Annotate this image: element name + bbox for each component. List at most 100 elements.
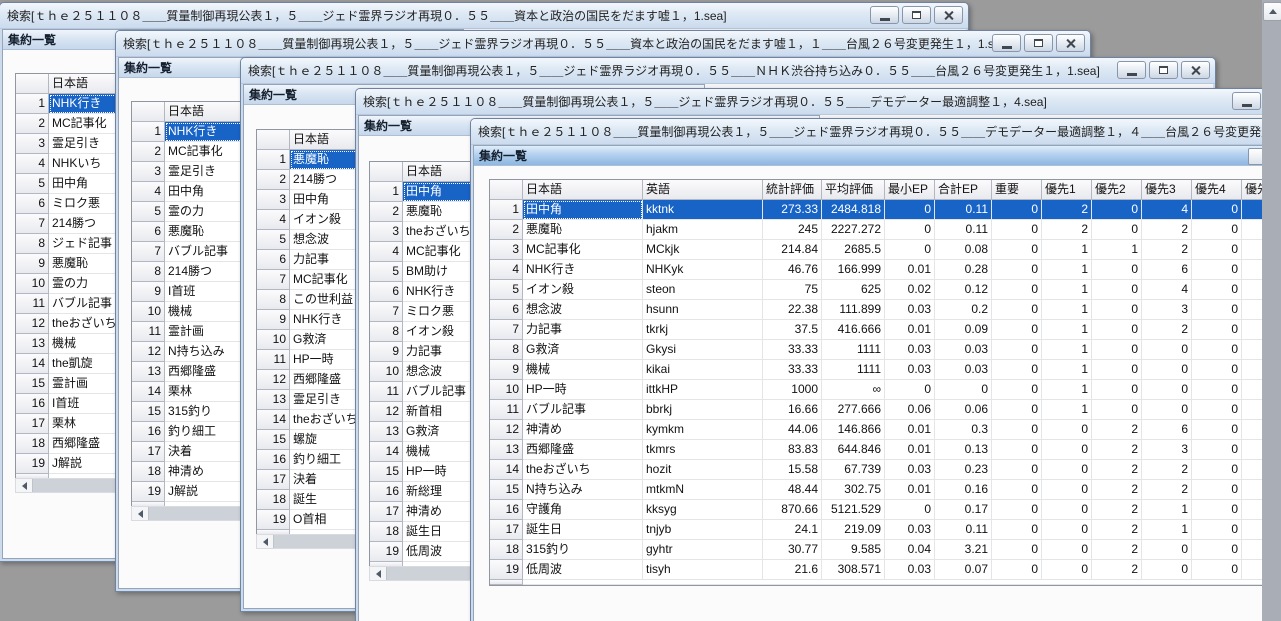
priority3-cell[interactable]: 0 bbox=[1142, 540, 1192, 560]
total-ep-cell[interactable]: 0.08 bbox=[935, 240, 992, 260]
row-number-cell[interactable]: 9 bbox=[257, 310, 290, 330]
priority4-cell[interactable]: 0 bbox=[1192, 320, 1242, 340]
priority3-cell[interactable]: 2 bbox=[1142, 320, 1192, 340]
japanese-cell[interactable]: 力記事 bbox=[523, 320, 643, 340]
priority1-cell[interactable]: 1 bbox=[1042, 360, 1092, 380]
stat-eval-cell[interactable]: 15.58 bbox=[763, 460, 822, 480]
total-ep-cell[interactable]: 0.06 bbox=[935, 400, 992, 420]
avg-eval-cell[interactable]: 302.75 bbox=[822, 480, 885, 500]
japanese-cell[interactable]: 守護角 bbox=[523, 500, 643, 520]
japanese-cell[interactable]: イオン殺 bbox=[523, 280, 643, 300]
close-button[interactable] bbox=[1056, 34, 1085, 52]
avg-eval-cell[interactable]: 625 bbox=[822, 280, 885, 300]
priority3-cell[interactable]: 3 bbox=[1142, 300, 1192, 320]
priority4-cell[interactable]: 0 bbox=[1192, 200, 1242, 220]
priority2-cell[interactable]: 0 bbox=[1092, 220, 1142, 240]
scroll-up-button[interactable] bbox=[1263, 2, 1281, 21]
japanese-cell[interactable]: 低周波 bbox=[523, 560, 643, 580]
row-number-cell[interactable]: 2 bbox=[370, 202, 403, 222]
total-ep-cell[interactable]: 0.11 bbox=[935, 220, 992, 240]
priority3-cell[interactable]: 6 bbox=[1142, 260, 1192, 280]
english-cell[interactable]: MCkjk bbox=[643, 240, 763, 260]
english-cell[interactable]: tisyh bbox=[643, 560, 763, 580]
row-number-cell[interactable]: 17 bbox=[490, 520, 523, 540]
min-ep-cell[interactable]: 0 bbox=[885, 500, 935, 520]
english-cell[interactable]: hsunn bbox=[643, 300, 763, 320]
row-number-cell[interactable]: 18 bbox=[370, 522, 403, 542]
row-number-cell[interactable]: 18 bbox=[257, 490, 290, 510]
total-ep-cell[interactable]: 0.17 bbox=[935, 500, 992, 520]
priority1-cell[interactable]: 0 bbox=[1042, 500, 1092, 520]
row-number-cell[interactable]: 1 bbox=[257, 150, 290, 170]
row-number-cell[interactable]: 15 bbox=[257, 430, 290, 450]
row-number-cell[interactable]: 6 bbox=[370, 282, 403, 302]
english-cell[interactable]: tkmrs bbox=[643, 440, 763, 460]
priority1-cell[interactable]: 2 bbox=[1042, 220, 1092, 240]
priority3-cell[interactable]: 0 bbox=[1142, 340, 1192, 360]
min-ep-cell[interactable]: 0.03 bbox=[885, 340, 935, 360]
row-number-cell[interactable]: 7 bbox=[16, 214, 49, 234]
priority3-cell[interactable]: 0 bbox=[1142, 380, 1192, 400]
priority3-cell[interactable]: 2 bbox=[1142, 240, 1192, 260]
table-row[interactable]: 1田中角kktnk273.332484.81800.1102040 bbox=[490, 200, 1265, 220]
priority2-cell[interactable]: 2 bbox=[1092, 460, 1142, 480]
avg-eval-cell[interactable]: 166.999 bbox=[822, 260, 885, 280]
min-ep-cell[interactable]: 0.01 bbox=[885, 480, 935, 500]
priority2-cell[interactable]: 0 bbox=[1092, 400, 1142, 420]
min-ep-cell[interactable]: 0.06 bbox=[885, 400, 935, 420]
row-number-cell[interactable]: 17 bbox=[132, 442, 165, 462]
row-number-cell[interactable]: 15 bbox=[490, 480, 523, 500]
minimize-button[interactable] bbox=[1117, 61, 1146, 79]
priority3-cell[interactable]: 2 bbox=[1142, 220, 1192, 240]
row-number-cell[interactable]: 17 bbox=[370, 502, 403, 522]
priority3-cell[interactable]: 6 bbox=[1142, 420, 1192, 440]
row-number-cell[interactable]: 7 bbox=[370, 302, 403, 322]
table-row[interactable]: 16守護角kksyg870.665121.52900.1700210 bbox=[490, 500, 1265, 520]
min-ep-cell[interactable]: 0.03 bbox=[885, 520, 935, 540]
row-number-cell[interactable]: 5 bbox=[257, 230, 290, 250]
stat-eval-cell[interactable]: 44.06 bbox=[763, 420, 822, 440]
row-number-cell[interactable]: 10 bbox=[490, 380, 523, 400]
important-cell[interactable]: 0 bbox=[992, 540, 1042, 560]
row-number-cell[interactable]: 13 bbox=[16, 334, 49, 354]
titlebar[interactable]: 検索[ｔｈｅ２５１１０８＿＿質量制御再現公表１，５＿＿ジェド霊界ラジオ再現０．５… bbox=[116, 31, 1090, 57]
column-header[interactable]: 合計EP bbox=[935, 180, 992, 200]
stat-eval-cell[interactable]: 214.84 bbox=[763, 240, 822, 260]
english-cell[interactable]: Gkysi bbox=[643, 340, 763, 360]
row-number-cell[interactable]: 1 bbox=[490, 200, 523, 220]
priority3-cell[interactable]: 0 bbox=[1142, 400, 1192, 420]
row-number-cell[interactable]: 19 bbox=[490, 560, 523, 580]
row-number-cell[interactable]: 7 bbox=[257, 270, 290, 290]
important-cell[interactable]: 0 bbox=[992, 440, 1042, 460]
priority3-cell[interactable]: 1 bbox=[1142, 500, 1192, 520]
row-number-cell[interactable]: 5 bbox=[132, 202, 165, 222]
important-cell[interactable]: 0 bbox=[992, 340, 1042, 360]
important-cell[interactable]: 0 bbox=[992, 560, 1042, 580]
important-cell[interactable]: 0 bbox=[992, 320, 1042, 340]
priority2-cell[interactable]: 2 bbox=[1092, 520, 1142, 540]
avg-eval-cell[interactable]: 416.666 bbox=[822, 320, 885, 340]
priority2-cell[interactable]: 0 bbox=[1092, 200, 1142, 220]
table-row[interactable]: 13西郷隆盛tkmrs83.83644.8460.010.1300230 bbox=[490, 440, 1265, 460]
total-ep-cell[interactable]: 0.28 bbox=[935, 260, 992, 280]
stat-eval-cell[interactable]: 46.76 bbox=[763, 260, 822, 280]
row-number-cell[interactable]: 8 bbox=[132, 262, 165, 282]
total-ep-cell[interactable]: 0 bbox=[935, 380, 992, 400]
japanese-cell[interactable]: 想念波 bbox=[523, 300, 643, 320]
search-window-5[interactable]: 検索[ｔｈｅ２５１１０８＿＿質量制御再現公表１，５＿＿ジェド霊界ラジオ再現０．５… bbox=[470, 118, 1281, 621]
priority4-cell[interactable]: 0 bbox=[1192, 500, 1242, 520]
row-number-cell[interactable]: 3 bbox=[16, 134, 49, 154]
titlebar[interactable]: 検索[ｔｈｅ２５１１０８＿＿質量制御再現公表１，５＿＿ジェド霊界ラジオ再現０．５… bbox=[0, 3, 968, 29]
english-cell[interactable]: mtkmN bbox=[643, 480, 763, 500]
priority3-cell[interactable]: 3 bbox=[1142, 440, 1192, 460]
row-number-cell[interactable]: 5 bbox=[370, 262, 403, 282]
row-number-cell[interactable]: 10 bbox=[370, 362, 403, 382]
restore-button[interactable] bbox=[1024, 34, 1053, 52]
row-number-cell[interactable]: 6 bbox=[132, 222, 165, 242]
restore-button[interactable] bbox=[902, 6, 931, 24]
table-row[interactable]: 3MC記事化MCkjk214.842685.500.0801120 bbox=[490, 240, 1265, 260]
column-header[interactable]: 優先4 bbox=[1192, 180, 1242, 200]
table-row[interactable]: 17誕生日tnjyb24.1219.090.030.1100210 bbox=[490, 520, 1265, 540]
table-row[interactable]: 9機械kikai33.3311110.030.0301000 bbox=[490, 360, 1265, 380]
stat-eval-cell[interactable]: 22.38 bbox=[763, 300, 822, 320]
